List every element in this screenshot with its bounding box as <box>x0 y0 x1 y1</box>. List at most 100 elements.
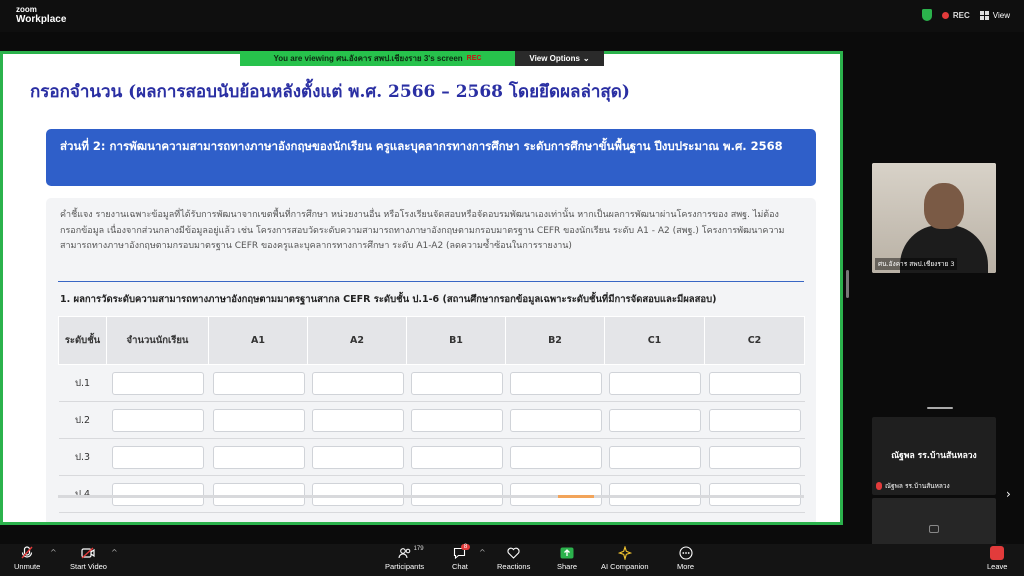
a2-input[interactable] <box>311 371 404 395</box>
section-banner: ส่วนที่ 2: การพัฒนาความสามารถทางภาษาอังก… <box>46 129 816 186</box>
b1-input[interactable] <box>410 445 503 469</box>
b1-input[interactable] <box>410 408 503 432</box>
more-button[interactable]: More <box>677 546 694 571</box>
col-header-grade: ระดับชั้น <box>58 316 107 365</box>
participants-button[interactable]: 179 Participants <box>385 546 424 571</box>
chat-options-caret-icon[interactable]: ^ <box>479 548 486 557</box>
a1-input[interactable] <box>212 408 305 432</box>
chevron-down-icon: ⌄ <box>582 54 590 63</box>
c1-input[interactable] <box>608 371 701 395</box>
table-header-row: ระดับชั้น จำนวนนักเรียน A1 A2 B1 B2 C1 C… <box>58 316 805 365</box>
meeting-toolbar: Unmute ^ Start Video ^ 179 Participants … <box>0 544 1024 576</box>
col-header-a1: A1 <box>208 316 308 365</box>
share-banner: You are viewing ศน.อังคาร สพป.เชียงราย 3… <box>240 51 604 66</box>
share-screen-icon <box>560 546 574 560</box>
students-input[interactable] <box>111 371 204 395</box>
banner-rec-label: REC <box>466 55 482 62</box>
top-bar: zoom Workplace REC View <box>0 0 1024 32</box>
b2-input[interactable] <box>509 445 602 469</box>
leave-button[interactable]: Leave <box>987 546 1007 571</box>
c2-input[interactable] <box>708 371 801 395</box>
ai-companion-button[interactable]: AI Companion <box>601 546 649 571</box>
splitter-handle[interactable] <box>846 270 849 298</box>
share-label: Share <box>557 562 578 571</box>
table-row: ป.4 <box>58 475 805 513</box>
panel-drag-handle[interactable] <box>927 407 953 409</box>
heart-icon <box>507 546 521 560</box>
col-header-c2: C2 <box>704 316 805 365</box>
participant-tile[interactable]: ณัฐพล รร.บ้านสันหลวง ณัฐพล รร.บ้านสันหลว… <box>872 417 996 495</box>
leave-icon <box>990 546 1005 560</box>
c2-input[interactable] <box>708 408 801 432</box>
unmute-button[interactable]: Unmute <box>14 546 40 571</box>
col-header-c1: C1 <box>604 316 705 365</box>
grade-table: ระดับชั้น จำนวนนักเรียน A1 A2 B1 B2 C1 C… <box>58 316 805 513</box>
start-video-label: Start Video <box>70 562 107 571</box>
table-row: ป.3 <box>58 438 805 476</box>
participants-count: 179 <box>413 546 424 552</box>
instructions-text: คำชี้แจง รายงานเฉพาะข้อมูลที่ได้รับการพั… <box>60 210 785 251</box>
row-label: ป.2 <box>58 401 107 439</box>
c2-input[interactable] <box>708 482 801 506</box>
zoom-logo: zoom Workplace <box>16 5 66 25</box>
audio-options-caret-icon[interactable]: ^ <box>50 548 57 557</box>
speaker-video-tile[interactable]: ศน.อังคาร สพป.เชียงราย 3 <box>872 163 996 273</box>
scrollbar-thumb[interactable] <box>558 495 594 498</box>
chevron-right-icon[interactable]: › <box>1006 487 1011 501</box>
viewing-indicator: You are viewing ศน.อังคาร สพป.เชียงราย 3… <box>240 51 515 66</box>
horizontal-scrollbar[interactable] <box>58 495 804 498</box>
video-off-icon <box>81 546 96 560</box>
participants-label: Participants <box>385 562 425 571</box>
share-button[interactable]: Share <box>557 546 577 571</box>
b1-input[interactable] <box>410 482 503 506</box>
b2-input[interactable] <box>509 482 602 506</box>
a2-input[interactable] <box>311 408 404 432</box>
table-row: ป.1 <box>58 364 805 402</box>
logo-line1: zoom <box>16 5 37 14</box>
grid-view-icon <box>979 10 989 20</box>
rec-label: REC <box>952 10 970 20</box>
row-label: ป.1 <box>58 364 107 402</box>
c1-input[interactable] <box>608 482 701 506</box>
table-row: ป.2 <box>58 401 805 439</box>
a2-input[interactable] <box>311 445 404 469</box>
reactions-button[interactable]: Reactions <box>497 546 530 571</box>
document-heading: กรอกจำนวน (ผลการสอบนับย้อนหลังตั้งแต่ พ.… <box>30 82 630 102</box>
a1-input[interactable] <box>212 371 305 395</box>
b2-input[interactable] <box>509 408 602 432</box>
participant-small-name: ณัฐพล รร.บ้านสันหลวง <box>885 482 950 490</box>
students-input[interactable] <box>111 408 204 432</box>
mic-muted-icon <box>876 482 882 490</box>
mic-off-icon <box>20 546 34 560</box>
form-card: คำชี้แจง รายงานเฉพาะข้อมูลที่ได้รับการพั… <box>46 198 816 522</box>
c1-input[interactable] <box>608 445 701 469</box>
chat-badge: 8 <box>460 544 471 550</box>
a2-input[interactable] <box>311 482 404 506</box>
chat-button[interactable]: 8 Chat <box>452 544 471 571</box>
zoom-window: zoom Workplace REC View กรอกจำนวน (ผลการ… <box>0 0 1024 576</box>
col-header-b1: B1 <box>406 316 506 365</box>
logo-line2: Workplace <box>16 14 67 25</box>
speaker-name: ศน.อังคาร สพป.เชียงราย 3 <box>875 258 958 270</box>
c2-input[interactable] <box>708 445 801 469</box>
sparkle-icon <box>617 546 632 560</box>
recording-indicator[interactable]: REC <box>941 10 970 20</box>
view-options-button[interactable]: View Options ⌄ <box>515 51 604 66</box>
c1-input[interactable] <box>608 408 701 432</box>
encryption-shield-icon[interactable] <box>921 9 932 21</box>
top-right-controls: REC View <box>921 9 1010 21</box>
row-label: ป.4 <box>58 475 107 513</box>
speaker-head <box>924 183 964 229</box>
students-input[interactable] <box>111 482 204 506</box>
avatar-icon <box>929 525 939 533</box>
reactions-label: Reactions <box>497 562 531 571</box>
video-options-caret-icon[interactable]: ^ <box>111 548 118 557</box>
view-button[interactable]: View <box>979 10 1010 20</box>
b2-input[interactable] <box>509 371 602 395</box>
start-video-button[interactable]: Start Video <box>70 546 107 571</box>
students-input[interactable] <box>111 445 204 469</box>
b1-input[interactable] <box>410 371 503 395</box>
a1-input[interactable] <box>212 482 305 506</box>
a1-input[interactable] <box>212 445 305 469</box>
view-label: View <box>992 10 1010 20</box>
